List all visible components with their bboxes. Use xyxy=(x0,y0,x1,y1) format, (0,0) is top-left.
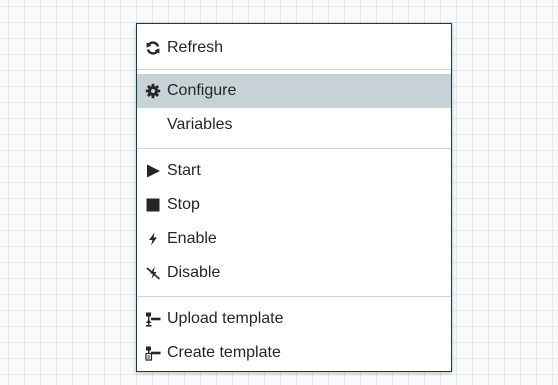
menu-item-upload-template[interactable]: Upload template xyxy=(137,302,451,336)
context-menu: Refresh Configure Variables Start Stop E… xyxy=(136,23,452,372)
refresh-icon xyxy=(145,40,161,56)
stop-icon xyxy=(145,197,161,213)
menu-item-label: Refresh xyxy=(167,39,224,56)
menu-item-label: Start xyxy=(167,162,201,179)
menu-item-label: Upload template xyxy=(167,310,284,327)
menu-item-disable[interactable]: Disable xyxy=(137,256,451,290)
upload-template-icon xyxy=(145,311,161,327)
menu-item-label: Disable xyxy=(167,264,221,281)
bolt-icon xyxy=(145,231,161,247)
create-template-icon xyxy=(145,345,161,361)
gear-icon xyxy=(145,83,161,99)
menu-separator xyxy=(137,69,451,70)
menu-item-create-template[interactable]: Create template xyxy=(137,336,451,370)
menu-item-label: Create template xyxy=(167,344,281,361)
menu-item-stop[interactable]: Stop xyxy=(137,188,451,222)
menu-item-variables[interactable]: Variables xyxy=(137,108,451,142)
menu-item-configure[interactable]: Configure xyxy=(137,74,451,108)
menu-item-label: Enable xyxy=(167,230,217,247)
menu-item-label: Stop xyxy=(167,196,200,213)
menu-separator xyxy=(137,296,451,297)
menu-item-start[interactable]: Start xyxy=(137,154,451,188)
disable-bolt-icon xyxy=(145,265,161,281)
play-icon xyxy=(145,163,161,179)
menu-item-refresh[interactable]: Refresh xyxy=(137,31,451,65)
menu-item-label: Variables xyxy=(167,116,233,133)
menu-item-enable[interactable]: Enable xyxy=(137,222,451,256)
menu-separator xyxy=(137,148,451,149)
menu-item-label: Configure xyxy=(167,82,237,99)
